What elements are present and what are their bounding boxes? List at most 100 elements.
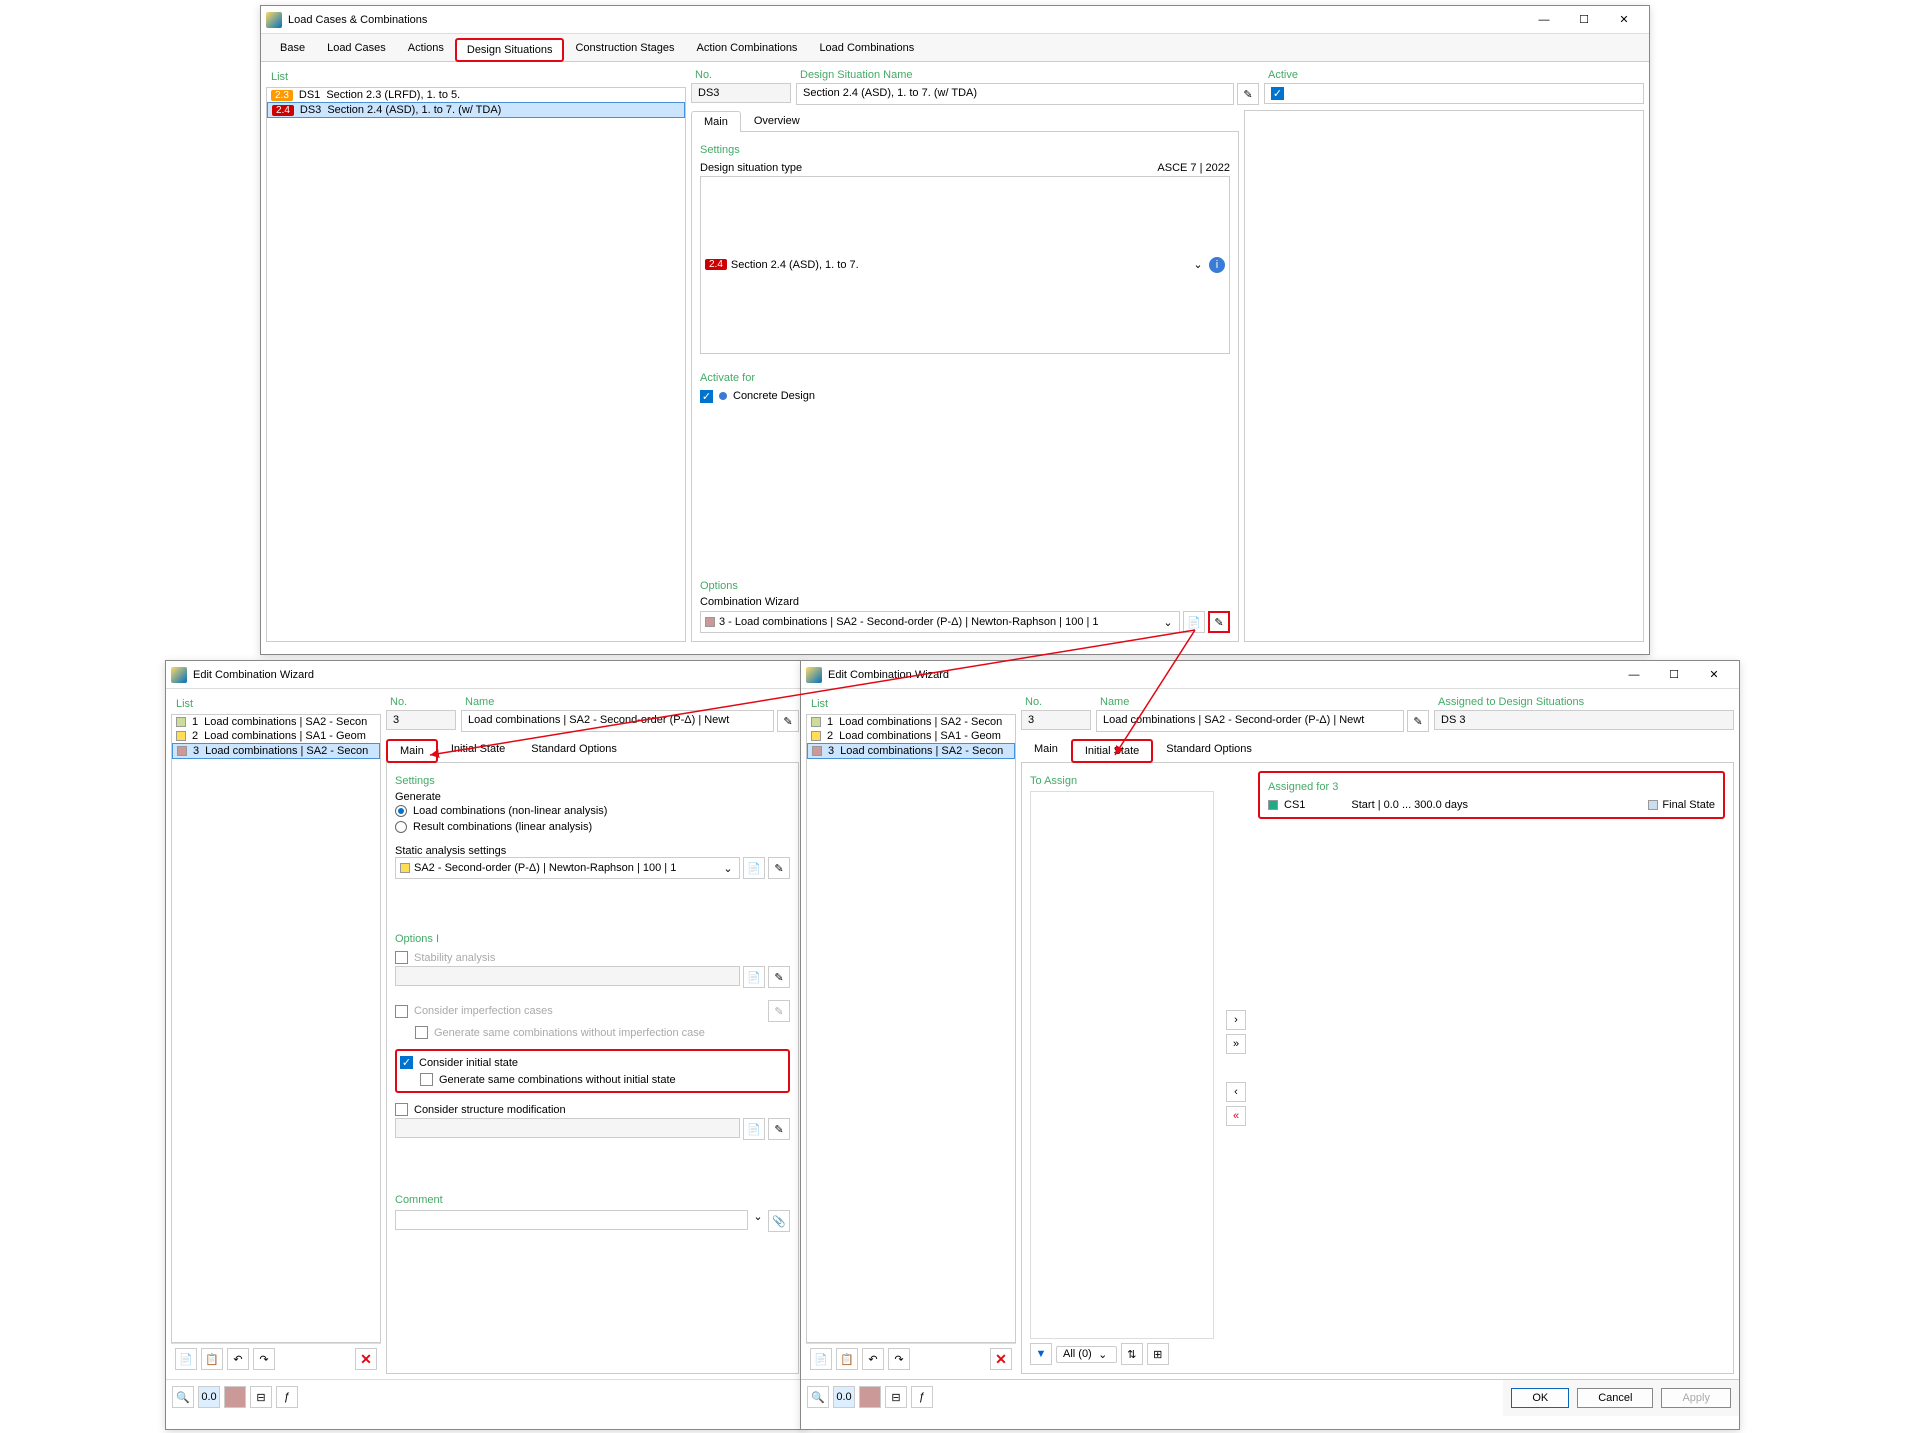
list-row-selected[interactable]: 3Load combinations | SA2 - Secon [807, 743, 1015, 759]
radio-linear[interactable] [395, 821, 407, 833]
remove-button[interactable]: ‹ [1226, 1082, 1246, 1102]
sas-label: Static analysis settings [395, 845, 790, 857]
subtab-overview[interactable]: Overview [741, 110, 813, 131]
maximize-button[interactable]: ☐ [1654, 664, 1694, 686]
no-input[interactable]: 3 [386, 710, 456, 730]
minimize-button[interactable]: — [1614, 664, 1654, 686]
edit-button[interactable]: ✎ [768, 1118, 790, 1140]
expand-button[interactable]: ⊞ [1147, 1343, 1169, 1365]
edit-name-button[interactable]: ✎ [1407, 710, 1429, 732]
delete-button[interactable]: ✕ [355, 1348, 377, 1370]
tab-design-situations[interactable]: Design Situations [455, 38, 565, 62]
new-button[interactable]: 📄 [810, 1348, 832, 1370]
chevron-down-icon[interactable]: ⌄ [751, 1210, 765, 1232]
remove-all-button[interactable]: « [1226, 1106, 1246, 1126]
subtab-standard-options[interactable]: Standard Options [1153, 738, 1265, 762]
search-button[interactable]: 🔍 [172, 1386, 194, 1408]
new-sas-button[interactable]: 📄 [743, 857, 765, 879]
apply-button[interactable]: Apply [1661, 1388, 1731, 1408]
cw-dropdown[interactable]: 3 - Load combinations | SA2 - Second-ord… [700, 611, 1180, 633]
active-checkbox[interactable]: ✓ [1271, 87, 1284, 100]
name-input[interactable]: Section 2.4 (ASD), 1. to 7. (w/ TDA) [796, 83, 1234, 105]
units-button[interactable]: 0.0 [198, 1386, 220, 1408]
script-button[interactable]: ƒ [911, 1386, 933, 1408]
imperfection-sub-checkbox[interactable] [415, 1026, 428, 1039]
name-input[interactable]: Load combinations | SA2 - Second-order (… [1096, 710, 1404, 732]
filter-button[interactable]: ▼ [1030, 1343, 1052, 1365]
initial-state-sub-checkbox[interactable] [420, 1073, 433, 1086]
maximize-button[interactable]: ☐ [1564, 9, 1604, 31]
edit-button[interactable]: ✎ [768, 1000, 790, 1022]
add-all-button[interactable]: » [1226, 1034, 1246, 1054]
tab-load-cases[interactable]: Load Cases [316, 37, 397, 61]
edit-cw-button[interactable]: ✎ [1208, 611, 1230, 633]
subtab-initial-state[interactable]: Initial State [1071, 739, 1153, 763]
tab-base[interactable]: Base [269, 37, 316, 61]
color-button[interactable] [859, 1386, 881, 1408]
list-row[interactable]: 2Load combinations | SA1 - Geom [807, 729, 1015, 743]
color-button[interactable] [224, 1386, 246, 1408]
to-assign-list[interactable] [1030, 791, 1214, 1339]
subtab-main[interactable]: Main [386, 739, 438, 763]
copy-button[interactable]: 📋 [836, 1348, 858, 1370]
redo-button[interactable]: ↷ [253, 1348, 275, 1370]
comment-input[interactable] [395, 1210, 748, 1230]
undo-button[interactable]: ↶ [227, 1348, 249, 1370]
chevron-down-icon[interactable]: ⌄ [1161, 616, 1175, 629]
new-button[interactable]: 📄 [743, 1118, 765, 1140]
copy-button[interactable]: 📋 [201, 1348, 223, 1370]
initial-state-checkbox[interactable]: ✓ [400, 1056, 413, 1069]
new-button[interactable]: 📄 [175, 1348, 197, 1370]
tree-button[interactable]: ⊟ [250, 1386, 272, 1408]
concrete-checkbox[interactable]: ✓ [700, 390, 713, 403]
list-row-selected[interactable]: 3Load combinations | SA2 - Secon [172, 743, 380, 759]
edit-name-button[interactable]: ✎ [777, 710, 799, 732]
name-input[interactable]: Load combinations | SA2 - Second-order (… [461, 710, 774, 732]
list-row[interactable]: 1Load combinations | SA2 - Secon [172, 715, 380, 729]
structmod-checkbox[interactable] [395, 1103, 408, 1116]
sas-dropdown[interactable]: SA2 - Second-order (P-Δ) | Newton-Raphso… [395, 857, 740, 879]
no-input[interactable]: DS3 [691, 83, 791, 103]
subtab-standard-options[interactable]: Standard Options [518, 738, 630, 762]
chevron-down-icon[interactable]: ⌄ [1191, 258, 1205, 271]
add-button[interactable]: › [1226, 1010, 1246, 1030]
script-button[interactable]: ƒ [276, 1386, 298, 1408]
list-row[interactable]: 2Load combinations | SA1 - Geom [172, 729, 380, 743]
no-input[interactable]: 3 [1021, 710, 1091, 730]
tab-load-combinations[interactable]: Load Combinations [808, 37, 925, 61]
info-icon[interactable]: i [1209, 257, 1225, 273]
close-button[interactable]: ✕ [1604, 9, 1644, 31]
list-row-selected[interactable]: 2.4 DS3 Section 2.4 (ASD), 1. to 7. (w/ … [267, 102, 685, 118]
subtab-main[interactable]: Main [1021, 738, 1071, 762]
close-button[interactable]: ✕ [1694, 664, 1734, 686]
delete-button[interactable]: ✕ [990, 1348, 1012, 1370]
filter-value[interactable]: All (0)⌄ [1056, 1346, 1117, 1363]
search-button[interactable]: 🔍 [807, 1386, 829, 1408]
ok-button[interactable]: OK [1511, 1388, 1569, 1408]
new-button[interactable]: 📄 [743, 966, 765, 988]
cancel-button[interactable]: Cancel [1577, 1388, 1653, 1408]
ds-type-dropdown[interactable]: 2.4 Section 2.4 (ASD), 1. to 7. ⌄ i [700, 176, 1230, 354]
tab-actions[interactable]: Actions [397, 37, 455, 61]
imperfection-checkbox[interactable] [395, 1005, 408, 1018]
edit-name-button[interactable]: ✎ [1237, 83, 1259, 105]
tree-button[interactable]: ⊟ [885, 1386, 907, 1408]
attachment-button[interactable]: 📎 [768, 1210, 790, 1232]
units-button[interactable]: 0.0 [833, 1386, 855, 1408]
stability-checkbox[interactable] [395, 951, 408, 964]
tab-action-combinations[interactable]: Action Combinations [686, 37, 809, 61]
assigned-input[interactable]: DS 3 [1434, 710, 1734, 730]
new-cw-button[interactable]: 📄 [1183, 611, 1205, 633]
sort-button[interactable]: ⇅ [1121, 1343, 1143, 1365]
list-row[interactable]: 1Load combinations | SA2 - Secon [807, 715, 1015, 729]
edit-sas-button[interactable]: ✎ [768, 857, 790, 879]
tab-construction-stages[interactable]: Construction Stages [564, 37, 685, 61]
undo-button[interactable]: ↶ [862, 1348, 884, 1370]
redo-button[interactable]: ↷ [888, 1348, 910, 1370]
subtab-main[interactable]: Main [691, 111, 741, 132]
subtab-initial-state[interactable]: Initial State [438, 738, 518, 762]
edit-button[interactable]: ✎ [768, 966, 790, 988]
minimize-button[interactable]: — [1524, 9, 1564, 31]
list-row[interactable]: 2.3 DS1 Section 2.3 (LRFD), 1. to 5. [267, 88, 685, 102]
radio-nonlinear[interactable] [395, 805, 407, 817]
